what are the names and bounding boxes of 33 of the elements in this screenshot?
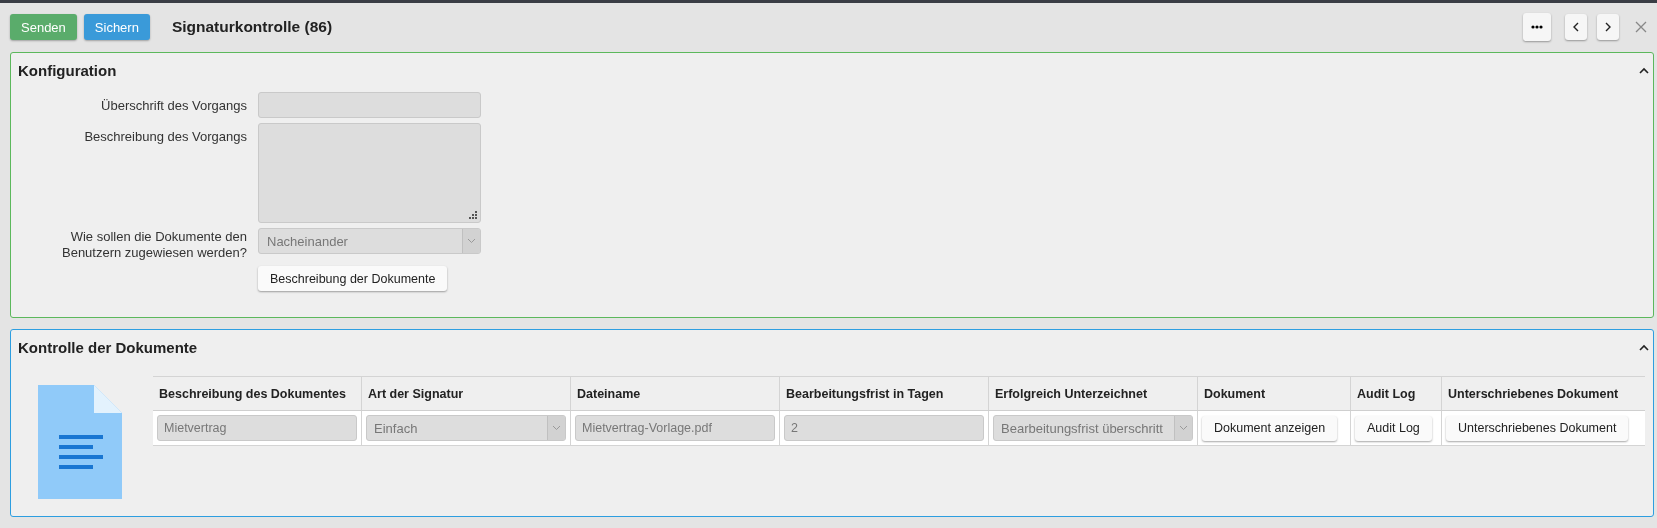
toolbar-button[interactable]: Senden: [10, 14, 77, 40]
chevron-right-icon: [1605, 22, 1611, 32]
column-header: Beschreibung des Dokumentes: [153, 376, 362, 411]
next-button[interactable]: [1597, 14, 1619, 40]
table-button[interactable]: Audit Log: [1355, 415, 1432, 441]
collapse-icon[interactable]: [1639, 66, 1649, 74]
column-header: Dokument: [1197, 376, 1351, 411]
description-button[interactable]: Beschreibung der Dokumente: [258, 266, 448, 291]
previous-button[interactable]: [1565, 14, 1587, 40]
column-header: Audit Log: [1350, 376, 1442, 411]
table-button[interactable]: Unterschriebenes Dokument: [1446, 415, 1629, 441]
field-label: Wie sollen die Dokumente den Benutzern zugewiesen werden?: [61, 228, 247, 261]
chevron-down-icon: [552, 425, 561, 431]
toolbar-button[interactable]: Sichern: [83, 14, 150, 40]
column-header: Erfolgreich Unterzeichnet: [988, 376, 1198, 411]
panel-title: Kontrolle der Dokumente: [18, 338, 198, 356]
table-button[interactable]: Dokument anzeigen: [1202, 415, 1338, 441]
column-header: Art der Signatur: [361, 376, 571, 411]
chevron-down-icon: [467, 238, 476, 244]
close-icon[interactable]: [1635, 21, 1647, 33]
more-button[interactable]: [1523, 13, 1551, 41]
field-label: Beschreibung des Vorgangs: [83, 128, 247, 145]
chevron-down-icon: [1179, 425, 1188, 431]
page-title: Signaturkontrolle (86): [171, 18, 333, 36]
field-label: Überschrift des Vorgangs: [100, 97, 247, 114]
more-icon: [1531, 25, 1543, 29]
column-header: Unterschriebenes Dokument: [1441, 376, 1645, 411]
chevron-left-icon: [1573, 22, 1579, 32]
collapse-icon[interactable]: [1639, 343, 1649, 351]
column-header: Bearbeitungsfrist in Tagen: [779, 376, 989, 411]
panel-title: Konfiguration: [18, 61, 117, 79]
document-icon: [38, 385, 122, 499]
column-header: Dateiname: [570, 376, 780, 411]
